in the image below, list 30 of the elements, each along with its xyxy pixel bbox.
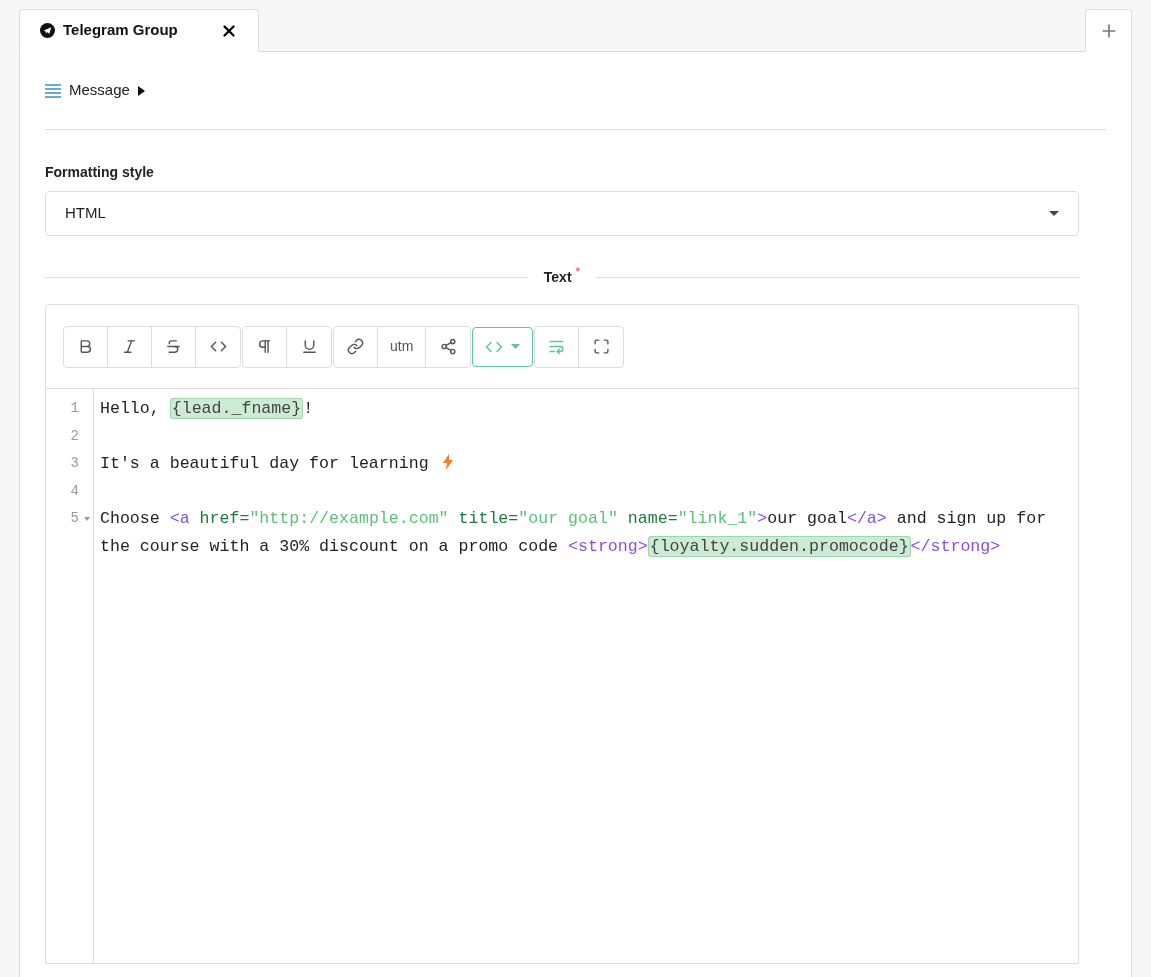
utm-button[interactable]: utm [378,326,427,367]
line-number: 3 [70,454,79,474]
caret-icon[interactable] [137,85,146,96]
share-icon [439,338,457,355]
code-line: Choose <a href="http://example.com" title="our goal" name="link_1">our goal</a> and sign up for the course with a 30% discount on a promo code <strong>{loyalty.sudden.promocode}</strong> [100,508,1048,559]
paper-plane-icon [40,23,55,38]
italic-icon [121,338,138,355]
code-line: It's a beautiful day for learning [100,450,1066,478]
required-mark: * [575,263,581,281]
field-label: Formatting style [45,163,155,182]
strike-icon [165,338,182,355]
line-number: 4 [70,481,79,501]
text-field-label: Text [543,267,572,287]
wrap-icon [548,338,566,355]
formatting-select[interactable]: HTML [45,191,1079,236]
line-number: 5 [70,509,79,529]
fullscreen-icon [592,338,610,355]
paragraph-icon [256,338,273,355]
caret-icon [511,344,521,349]
fold-icon[interactable] [84,516,90,521]
link-icon [347,338,364,355]
tab-label: Telegram Group [63,20,179,41]
section-title[interactable]: Message [69,79,130,102]
line-number: 1 [70,399,79,419]
list-icon [45,83,61,98]
underline-icon [300,338,318,355]
caret-icon [1049,211,1059,216]
line-number: 2 [70,426,79,446]
tab[interactable]: Telegram Group [19,9,259,52]
add-tab-button[interactable] [1085,9,1132,52]
